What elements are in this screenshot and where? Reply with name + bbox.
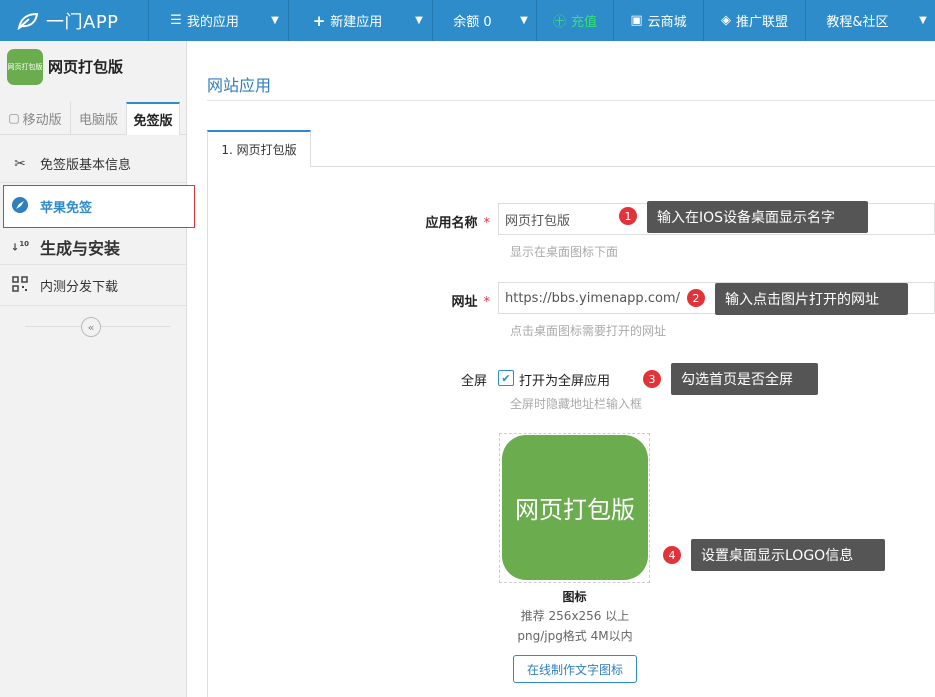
nav-new-app[interactable]: + 新建应用 bbox=[288, 0, 406, 41]
my-apps-dropdown-caret[interactable]: ▼ bbox=[262, 0, 288, 41]
brand-logo[interactable]: 一门APP bbox=[0, 0, 148, 41]
fullscreen-checkbox[interactable]: ✔ bbox=[498, 370, 514, 386]
brand-name: 一门APP bbox=[46, 11, 119, 33]
annotation-tip-4: 设置桌面显示LOGO信息 bbox=[691, 539, 885, 571]
sidebar-item-label: 生成与安装 bbox=[40, 238, 121, 258]
sidebar: 网页打包版 网页打包版 ▢ 移动版 电脑版 免签版 ✂ 免签版基本信息 苹果免签… bbox=[0, 41, 195, 697]
nav-new-app-label: 新建应用 bbox=[330, 15, 383, 30]
nav-balance[interactable]: 余额 0 bbox=[432, 0, 512, 41]
sidebar-item-apple-no-sign[interactable]: 苹果免签 bbox=[3, 185, 195, 228]
fullscreen-option-label[interactable]: 打开为全屏应用 bbox=[519, 370, 610, 389]
app-icon[interactable]: 网页打包版 bbox=[7, 49, 43, 85]
make-text-icon-button[interactable]: 在线制作文字图标 bbox=[513, 655, 637, 683]
top-navbar: 一门APP ☰ 我的应用 ▼ + 新建应用 ▼ 余额 0 ▼ ㊉ 充值 ▣ 云商… bbox=[0, 0, 935, 41]
tutorial-label: 教程&社区 bbox=[826, 15, 889, 30]
nav-cloud-store[interactable]: ▣ 云商城 bbox=[613, 0, 703, 41]
required-mark: * bbox=[483, 216, 491, 231]
balance-dropdown-caret[interactable]: ▼ bbox=[512, 0, 536, 41]
scissors-icon: ✂ bbox=[14, 155, 26, 172]
annotation-tip-2: 输入点击图片打开的网址 bbox=[715, 283, 908, 315]
plus-icon: + bbox=[312, 11, 326, 30]
cloud-store-label: 云商城 bbox=[647, 15, 687, 30]
nav-promo[interactable]: ◈ 推广联盟 bbox=[703, 0, 805, 41]
sidebar-item-build-install[interactable]: ↓10 生成与安装 bbox=[0, 229, 186, 265]
nav-my-apps[interactable]: ☰ 我的应用 bbox=[148, 0, 260, 41]
sort-numeric-icon: ↓10 bbox=[10, 240, 30, 254]
app-name-label: 应用名称 * bbox=[400, 212, 490, 231]
app-name-help: 显示在桌面图标下面 bbox=[510, 245, 619, 259]
leaf-icon bbox=[17, 12, 39, 30]
url-label: 网址 * bbox=[400, 291, 490, 310]
nav-tutorial[interactable]: 教程&社区 bbox=[805, 0, 909, 41]
tutorial-dropdown-caret[interactable]: ▼ bbox=[911, 0, 935, 41]
app-header: 网页打包版 网页打包版 bbox=[0, 41, 186, 99]
panel-border bbox=[207, 167, 208, 697]
url-label-text: 网址 bbox=[451, 295, 478, 310]
tab-mobile-label: 移动版 bbox=[22, 112, 62, 128]
tab-divider bbox=[311, 166, 935, 167]
tab-web-package[interactable]: 1. 网页打包版 bbox=[207, 130, 311, 167]
logo-size-note: 推荐 256x256 以上 bbox=[520, 609, 630, 623]
version-tabs: ▢ 移动版 电脑版 免签版 bbox=[0, 102, 186, 135]
qrcode-icon bbox=[10, 275, 30, 296]
promo-label: 推广联盟 bbox=[735, 15, 788, 30]
mobile-icon: ▢ bbox=[8, 111, 20, 125]
new-app-dropdown-caret[interactable]: ▼ bbox=[406, 0, 432, 41]
fullscreen-label: 全屏 bbox=[460, 374, 487, 389]
title-divider bbox=[207, 100, 935, 101]
sidebar-item-beta-download[interactable]: 内测分发下载 bbox=[0, 266, 186, 306]
tab-mobile[interactable]: ▢ 移动版 bbox=[0, 102, 70, 134]
check-icon: ✔ bbox=[501, 371, 511, 385]
logo-format-note: png/jpg格式 4M以内 bbox=[517, 629, 633, 643]
required-mark: * bbox=[483, 295, 491, 310]
nav-recharge[interactable]: ㊉ 充值 bbox=[536, 0, 613, 41]
list-icon: ☰ bbox=[170, 13, 182, 28]
recharge-label: 充值 bbox=[571, 15, 598, 30]
sidebar-item-label: 内测分发下载 bbox=[40, 280, 119, 295]
tab-desktop-label: 电脑版 bbox=[78, 112, 118, 128]
tab-no-sign[interactable]: 免签版 bbox=[126, 102, 180, 135]
yen-circle-icon: ㊉ bbox=[552, 15, 566, 30]
tab-no-sign-label: 免签版 bbox=[133, 114, 173, 129]
annotation-badge-3: 3 bbox=[643, 370, 661, 388]
annotation-badge-4: 4 bbox=[663, 546, 681, 564]
bag-icon: ▣ bbox=[630, 13, 643, 28]
fullscreen-help: 全屏时隐藏地址栏输入框 bbox=[510, 397, 643, 411]
app-name-label-text: 应用名称 bbox=[425, 216, 478, 231]
sidebar-item-label: 免签版基本信息 bbox=[40, 158, 132, 173]
url-help: 点击桌面图标需要打开的网址 bbox=[510, 324, 667, 338]
annotation-badge-1: 1 bbox=[619, 207, 637, 225]
annotation-badge-2: 2 bbox=[687, 289, 705, 307]
compass-icon bbox=[10, 196, 30, 218]
page-title: 网站应用 bbox=[207, 76, 272, 95]
tab-desktop[interactable]: 电脑版 bbox=[70, 102, 126, 134]
annotation-tip-3: 勾选首页是否全屏 bbox=[671, 363, 818, 395]
logo-caption: 图标 bbox=[562, 590, 587, 604]
app-name: 网页打包版 bbox=[48, 58, 124, 76]
balance-label: 余额 0 bbox=[453, 15, 492, 30]
sidebar-item-basic-info[interactable]: ✂ 免签版基本信息 bbox=[0, 145, 186, 183]
diamond-icon: ◈ bbox=[720, 13, 731, 28]
collapse-sidebar-button[interactable]: « bbox=[81, 317, 101, 337]
sidebar-item-label: 苹果免签 bbox=[40, 201, 93, 216]
annotation-tip-1: 输入在IOS设备桌面显示名字 bbox=[647, 201, 868, 233]
app-logo-preview[interactable]: 网页打包版 bbox=[502, 435, 648, 580]
nav-my-apps-label: 我的应用 bbox=[186, 15, 239, 30]
